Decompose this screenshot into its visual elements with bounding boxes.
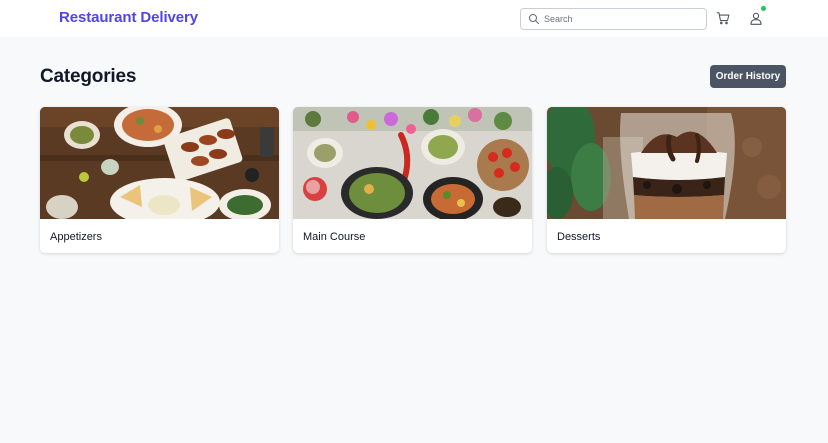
category-label: Desserts <box>557 231 601 243</box>
category-card-desserts[interactable]: Desserts <box>547 107 786 253</box>
top-navbar: Restaurant Delivery <box>0 0 828 37</box>
category-card-main-course[interactable]: Main Course <box>293 107 532 253</box>
notification-dot <box>761 6 766 11</box>
main-course-photo <box>293 107 532 219</box>
cart-icon[interactable] <box>716 11 730 25</box>
category-card-appetizers[interactable]: Appetizers <box>40 107 279 253</box>
user-icon[interactable] <box>749 11 763 26</box>
order-history-button[interactable]: Order History <box>710 65 786 88</box>
brand-logo-text[interactable]: Restaurant Delivery <box>59 9 198 26</box>
page-title: Categories <box>40 66 137 87</box>
category-label: Appetizers <box>50 231 102 243</box>
search-box[interactable] <box>520 8 707 30</box>
appetizers-photo <box>40 107 279 219</box>
search-icon <box>528 13 540 25</box>
search-input[interactable] <box>544 12 702 26</box>
desserts-photo <box>547 107 786 219</box>
category-label: Main Course <box>303 231 366 243</box>
